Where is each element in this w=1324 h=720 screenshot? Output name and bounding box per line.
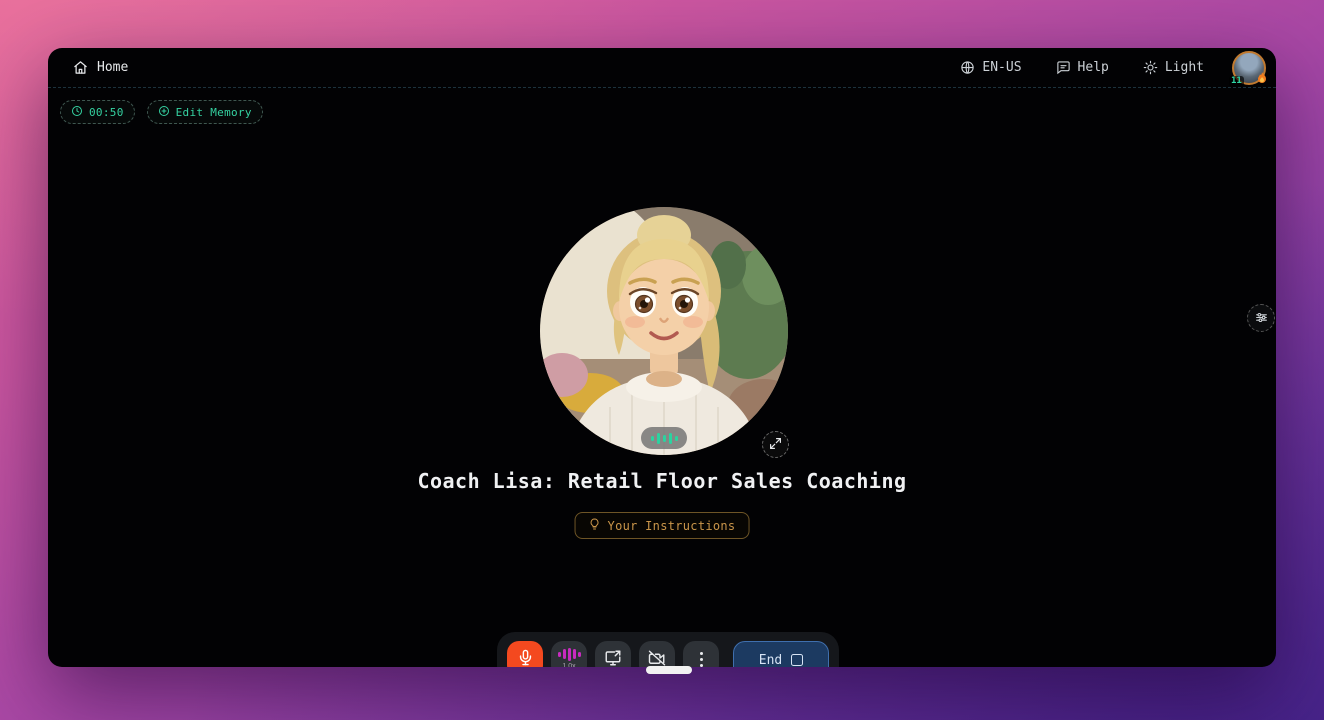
help-chat-icon bbox=[1056, 60, 1071, 75]
globe-icon bbox=[960, 60, 975, 75]
session-timer: 00:50 bbox=[89, 106, 124, 119]
theme-label: Light bbox=[1165, 60, 1204, 75]
theme-toggle[interactable]: Light bbox=[1143, 60, 1204, 75]
top-bar: Home EN-US Help Light bbox=[48, 48, 1276, 88]
expand-button[interactable] bbox=[762, 431, 789, 458]
screen-share-button[interactable] bbox=[595, 641, 631, 667]
drag-handle[interactable] bbox=[646, 666, 692, 674]
language-selector[interactable]: EN-US bbox=[960, 60, 1021, 75]
screen-share-icon bbox=[604, 649, 622, 668]
side-settings-button[interactable] bbox=[1247, 304, 1275, 332]
session-badges: 00:50 Edit Memory bbox=[60, 100, 263, 124]
end-call-label: End bbox=[759, 653, 782, 668]
microphone-button[interactable] bbox=[507, 641, 543, 667]
camera-off-icon bbox=[648, 649, 666, 668]
home-icon bbox=[73, 60, 88, 75]
audio-level-indicator bbox=[641, 427, 687, 449]
app-window: Home EN-US Help Light bbox=[48, 48, 1276, 667]
coach-portrait-illustration bbox=[540, 207, 788, 455]
user-avatar[interactable]: 11 bbox=[1232, 51, 1266, 85]
waveform-icon bbox=[558, 648, 581, 661]
session-timer-badge: 00:50 bbox=[60, 100, 135, 124]
level-badge: 11 bbox=[1229, 76, 1244, 87]
microphone-icon bbox=[517, 649, 534, 667]
help-label: Help bbox=[1078, 60, 1109, 75]
streak-flame-icon bbox=[1257, 69, 1267, 88]
more-options-button[interactable] bbox=[683, 641, 719, 667]
your-instructions-label: Your Instructions bbox=[608, 519, 736, 533]
home-label: Home bbox=[97, 60, 128, 75]
edit-memory-label: Edit Memory bbox=[176, 106, 252, 119]
memory-icon bbox=[158, 105, 170, 120]
end-call-button[interactable]: End bbox=[733, 641, 829, 667]
call-control-bar: 1.0x End bbox=[497, 632, 839, 667]
playback-speed-button[interactable]: 1.0x bbox=[551, 641, 587, 667]
edit-memory-button[interactable]: Edit Memory bbox=[147, 100, 263, 124]
language-label: EN-US bbox=[982, 60, 1021, 75]
coach-session-title: Coach Lisa: Retail Floor Sales Coaching bbox=[48, 469, 1276, 493]
your-instructions-button[interactable]: Your Instructions bbox=[575, 512, 750, 539]
stop-icon bbox=[791, 654, 803, 666]
expand-icon bbox=[769, 435, 782, 454]
kebab-menu-icon bbox=[700, 652, 703, 667]
lightbulb-icon bbox=[589, 518, 601, 533]
camera-off-button[interactable] bbox=[639, 641, 675, 667]
clock-icon bbox=[71, 105, 83, 120]
home-button[interactable]: Home bbox=[73, 60, 128, 75]
help-button[interactable]: Help bbox=[1056, 60, 1109, 75]
playback-speed-label: 1.0x bbox=[562, 663, 575, 668]
coach-video-circle[interactable] bbox=[540, 207, 788, 455]
settings-sliders-icon bbox=[1255, 309, 1268, 328]
sun-icon bbox=[1143, 60, 1158, 75]
